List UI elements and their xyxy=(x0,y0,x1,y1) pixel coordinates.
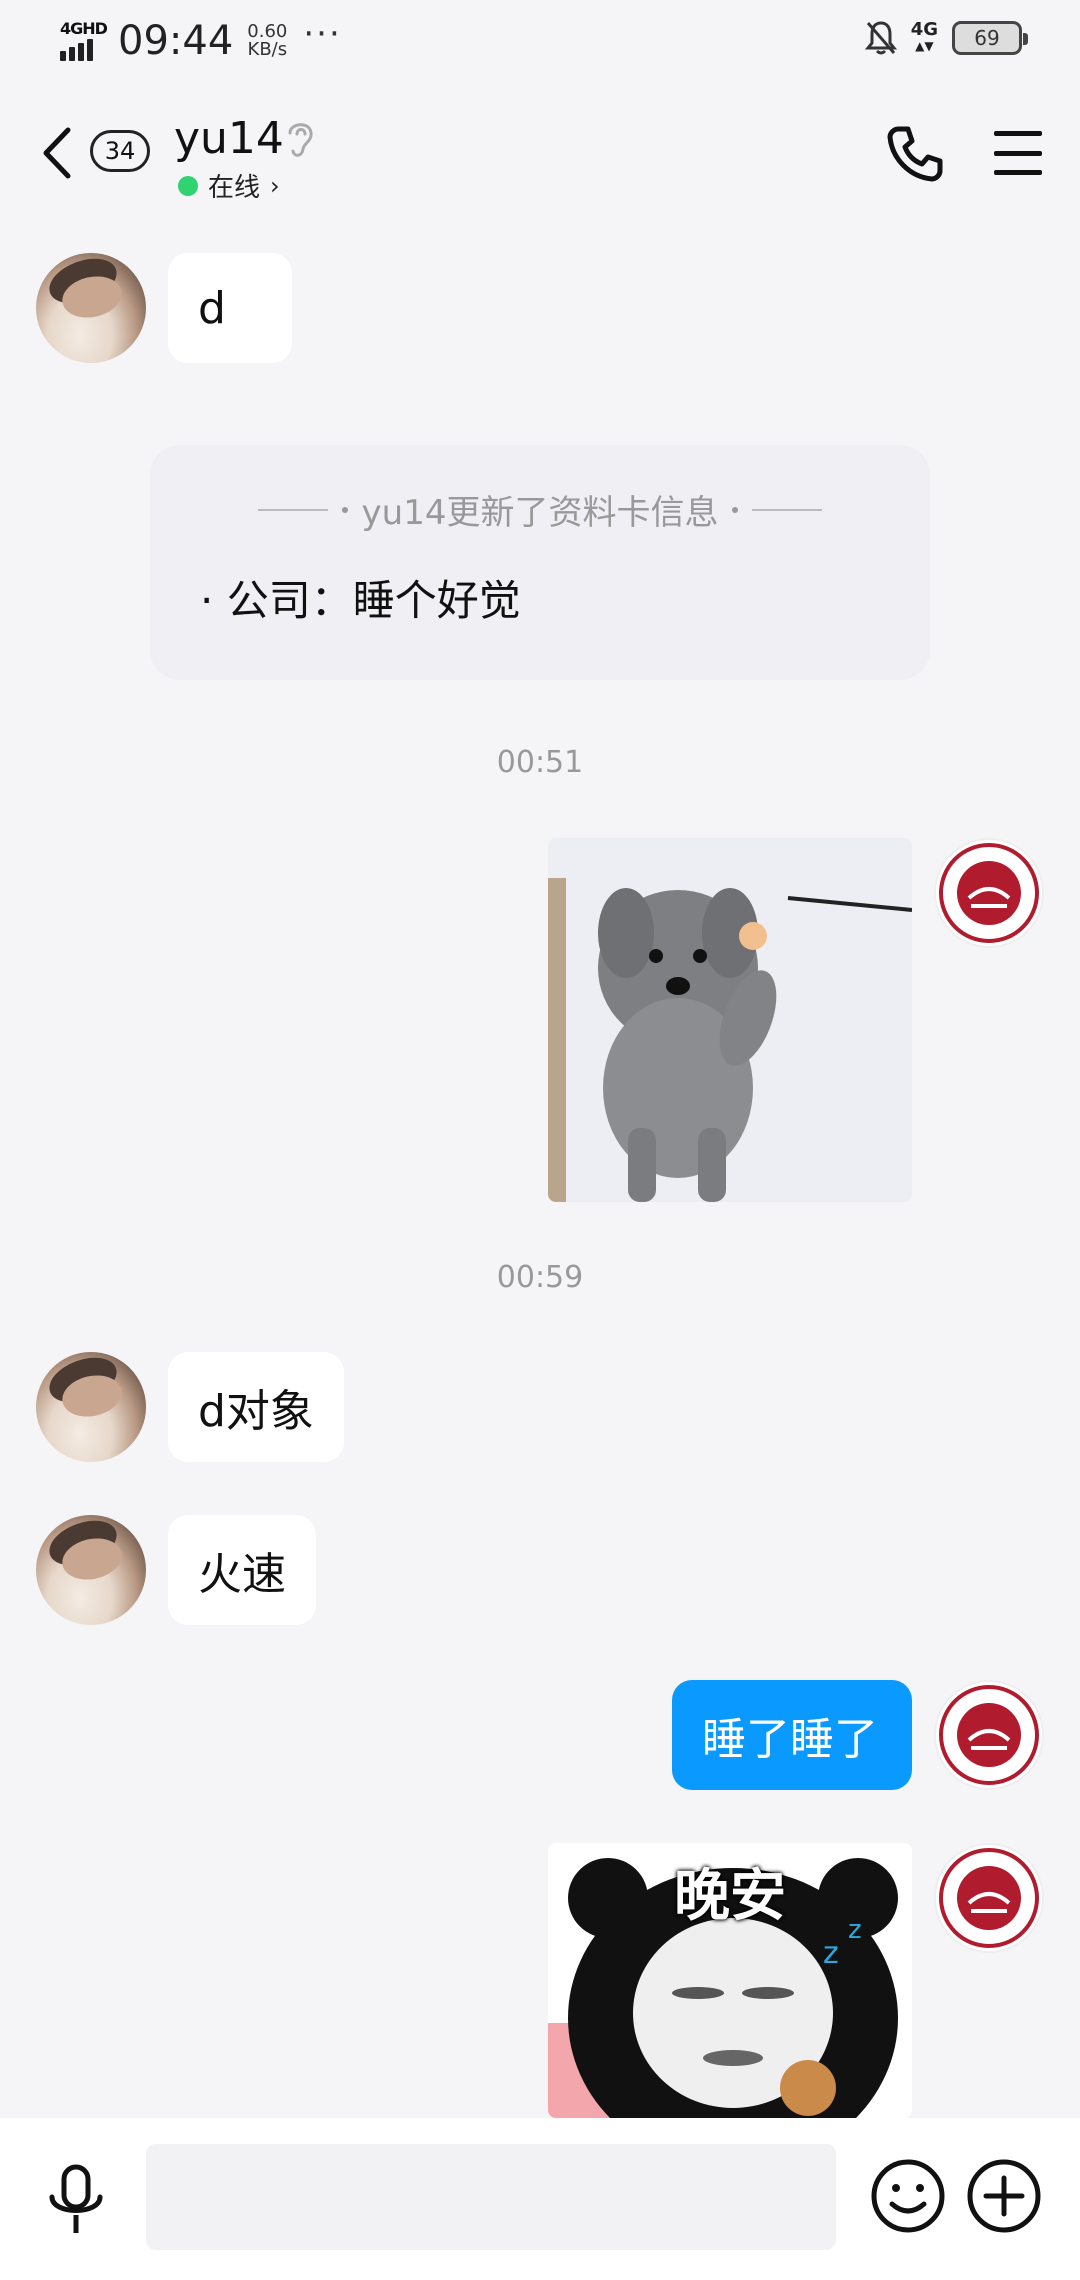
status-bar: 4GHD 09:44 0.60 KB/s ··· 4G ▲▼ 69 xyxy=(0,0,1080,80)
online-status[interactable]: 在线 › xyxy=(178,167,280,204)
back-button[interactable] xyxy=(38,123,78,183)
bell-off-icon xyxy=(864,21,897,55)
contact-avatar[interactable] xyxy=(36,1352,146,1462)
unread-count-badge[interactable]: 34 xyxy=(90,130,150,172)
message-bubble-incoming[interactable]: d xyxy=(168,253,292,363)
school-logo-icon xyxy=(939,1848,1039,1948)
chevron-left-icon xyxy=(43,127,71,179)
more-notifications-icon: ··· xyxy=(303,14,342,54)
contact-avatar[interactable] xyxy=(36,253,146,363)
user-avatar[interactable] xyxy=(934,838,1044,948)
network-4g-icon: 4G ▲▼ xyxy=(910,19,938,54)
svg-text:z: z xyxy=(823,1936,839,1971)
school-logo-icon xyxy=(939,843,1039,943)
dog-sticker-image xyxy=(548,838,912,1202)
network-speed: 0.60 KB/s xyxy=(247,23,287,59)
input-bar xyxy=(0,2118,1080,2280)
network-type: 4GHD xyxy=(60,19,108,38)
menu-icon[interactable] xyxy=(994,131,1042,175)
message-text: d对象 xyxy=(198,1386,314,1437)
message-bubble-incoming[interactable]: d对象 xyxy=(168,1352,344,1462)
battery-level: 69 xyxy=(974,26,1000,50)
signal-icon: 4GHD xyxy=(58,19,108,63)
profile-field-company: · 公司：睡个好觉 xyxy=(200,576,521,625)
ear-icon[interactable] xyxy=(282,117,318,161)
sticker-message[interactable]: z z 晚安 xyxy=(548,1843,912,2118)
contact-avatar[interactable] xyxy=(36,1515,146,1625)
message-text: 睡了睡了 xyxy=(702,1714,878,1765)
profile-update-title-text: yu14更新了资料卡信息 xyxy=(361,493,719,533)
online-status-text: 在线 xyxy=(208,173,261,203)
online-dot xyxy=(178,175,198,196)
message-input[interactable] xyxy=(146,2144,836,2250)
smiley-icon[interactable] xyxy=(870,2158,946,2234)
message-text: d xyxy=(198,282,226,334)
svg-text:z: z xyxy=(848,1915,862,1945)
sticker-caption: 晚安 xyxy=(674,1864,786,1929)
profile-update-card[interactable]: yu14更新了资料卡信息 · 公司：睡个好觉 xyxy=(150,445,930,680)
status-right: 4G ▲▼ 69 xyxy=(864,19,1028,56)
phone-icon[interactable] xyxy=(884,123,944,183)
user-avatar[interactable] xyxy=(934,1843,1044,1953)
clock: 09:44 xyxy=(118,18,234,64)
speed-unit: KB/s xyxy=(247,39,288,60)
user-avatar[interactable] xyxy=(934,1680,1044,1790)
timestamp: 00:51 xyxy=(496,745,584,780)
message-bubble-outgoing[interactable]: 睡了睡了 xyxy=(672,1680,912,1790)
profile-update-title: yu14更新了资料卡信息 xyxy=(150,485,930,534)
network-4g-label: 4G xyxy=(910,19,938,40)
chevron-right-icon: › xyxy=(270,171,280,200)
microphone-icon[interactable] xyxy=(44,2163,108,2243)
message-bubble-incoming[interactable]: 火速 xyxy=(168,1515,316,1625)
school-logo-icon xyxy=(939,1685,1039,1785)
image-message[interactable] xyxy=(548,838,912,1202)
status-left: 4GHD 09:44 0.60 KB/s ··· xyxy=(58,14,342,64)
plus-icon[interactable] xyxy=(966,2158,1042,2234)
battery-icon: 69 xyxy=(952,21,1028,55)
chat-header: 34 yu14 在线 › xyxy=(0,95,1080,205)
message-text: 火速 xyxy=(198,1549,286,1600)
contact-name[interactable]: yu14 xyxy=(174,113,284,164)
timestamp: 00:59 xyxy=(496,1260,584,1295)
